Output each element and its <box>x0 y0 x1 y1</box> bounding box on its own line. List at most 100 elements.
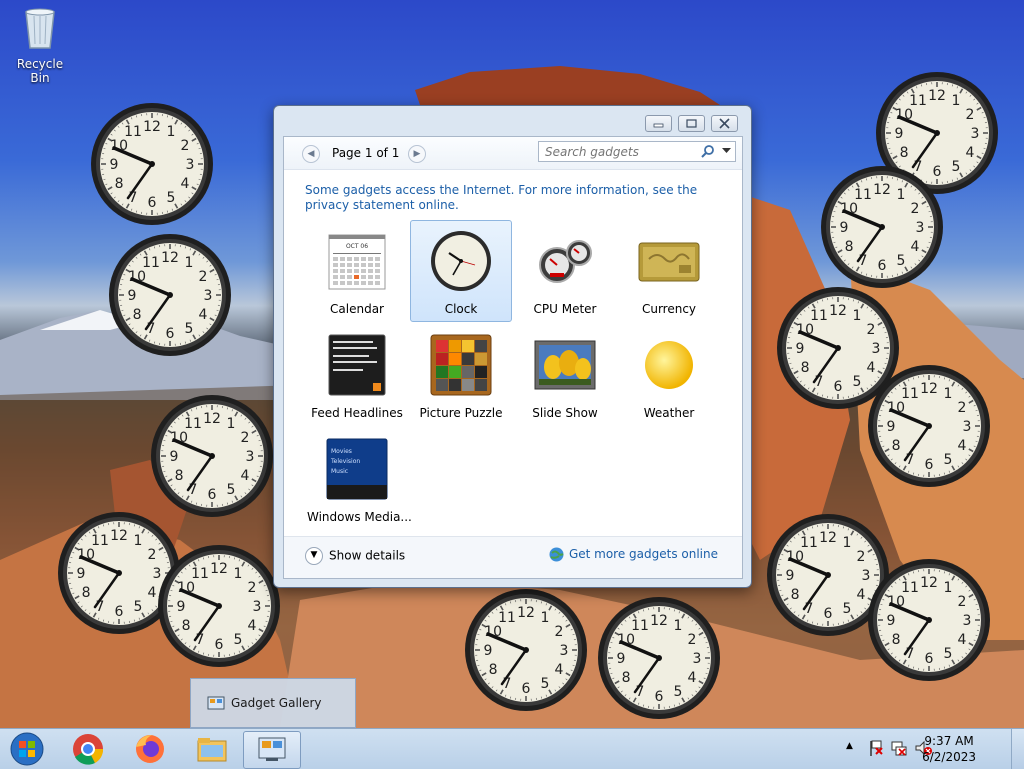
clock-gadget[interactable]: 123456789101112 <box>867 364 991 488</box>
action-center-icon[interactable] <box>868 739 884 757</box>
gadget-label: Slide Show <box>515 406 615 420</box>
svg-text:3: 3 <box>560 643 569 659</box>
svg-text:8: 8 <box>900 145 909 161</box>
network-icon[interactable] <box>890 739 908 757</box>
svg-text:9: 9 <box>484 643 493 659</box>
svg-text:11: 11 <box>631 618 649 634</box>
taskbar-thumbnail-preview[interactable]: Gadget Gallery <box>190 678 356 728</box>
gadget-label: Clock <box>411 302 511 316</box>
privacy-info-text[interactable]: Some gadgets access the Internet. For mo… <box>305 183 725 213</box>
close-button[interactable] <box>711 115 738 132</box>
gadget-label: Picture Puzzle <box>411 406 511 420</box>
start-button[interactable] <box>2 731 52 767</box>
svg-text:3: 3 <box>186 157 195 173</box>
gallery-toolbar: ◀ Page 1 of 1 ▶ <box>284 137 742 170</box>
gadget-weather[interactable]: Weather <box>618 324 720 426</box>
svg-text:3: 3 <box>963 419 972 435</box>
analog-clock-icon: 123456789101112 <box>464 588 588 712</box>
svg-text:5: 5 <box>541 676 550 692</box>
gadget-currency[interactable]: Currency <box>618 220 720 322</box>
svg-text:5: 5 <box>185 321 194 337</box>
clock-gadget[interactable]: 123456789101112 <box>150 394 274 518</box>
svg-text:1: 1 <box>897 187 906 203</box>
gadget-clock[interactable]: Clock <box>410 220 512 322</box>
gadget-gallery-window[interactable]: ◀ Page 1 of 1 ▶ Some gadgets access the … <box>273 105 752 588</box>
svg-text:6: 6 <box>824 606 833 622</box>
svg-text:2: 2 <box>957 400 966 416</box>
gadget-gallery-icon <box>207 695 225 711</box>
svg-text:9: 9 <box>895 126 904 142</box>
search-dropdown-icon[interactable] <box>722 148 731 154</box>
restore-button[interactable] <box>678 115 705 132</box>
search-input[interactable] <box>543 143 697 161</box>
show-details-button[interactable]: ▼Show details <box>305 547 405 565</box>
taskbar: ▲ 9:37 AM 6/2/2023 <box>0 728 1024 769</box>
clock-gadget[interactable]: 123456789101112 <box>464 588 588 712</box>
page-indicator: Page 1 of 1 <box>332 146 399 160</box>
svg-text:8: 8 <box>133 307 142 323</box>
clock-gadget[interactable]: 123456789101112 <box>867 558 991 682</box>
gadget-label: Feed Headlines <box>307 406 407 420</box>
currency-icon <box>637 229 701 293</box>
svg-text:11: 11 <box>498 610 516 626</box>
svg-text:2: 2 <box>866 322 875 338</box>
gadget-calendar[interactable]: OCT 06 Calendar <box>306 220 408 322</box>
gadget-slide-show[interactable]: Slide Show <box>514 324 616 426</box>
chrome-taskbar-button[interactable] <box>62 731 114 767</box>
clock-gadget[interactable]: 123456789101112 <box>157 544 281 668</box>
svg-text:3: 3 <box>916 220 925 236</box>
file-explorer-taskbar-button[interactable] <box>186 731 238 767</box>
recycle-bin[interactable]: Recycle Bin <box>6 6 74 85</box>
svg-text:6: 6 <box>115 604 124 620</box>
svg-text:6: 6 <box>834 379 843 395</box>
gallery-content: ◀ Page 1 of 1 ▶ Some gadgets access the … <box>283 136 743 579</box>
svg-text:12: 12 <box>829 303 847 319</box>
search-icon[interactable] <box>701 144 715 158</box>
svg-text:8: 8 <box>489 662 498 678</box>
clock-gadget[interactable]: 123456789101112 <box>108 233 232 357</box>
firefox-icon <box>124 731 176 767</box>
close-icon <box>712 116 737 131</box>
svg-text:9: 9 <box>617 651 626 667</box>
next-page-button[interactable]: ▶ <box>408 145 426 163</box>
clock-gadget[interactable]: 123456789101112 <box>820 165 944 289</box>
svg-text:12: 12 <box>517 605 535 621</box>
windows-logo-icon <box>2 731 52 767</box>
svg-text:1: 1 <box>167 124 176 140</box>
gadget-windows-media[interactable]: Movies Television Music Windows Media... <box>306 428 408 530</box>
clock-gadget[interactable]: 123456789101112 <box>90 102 214 226</box>
get-more-gadgets-link[interactable]: Get more gadgets online <box>549 547 718 562</box>
clock-icon <box>429 229 493 293</box>
svg-text:9: 9 <box>128 288 137 304</box>
gadget-gallery-taskbar-button[interactable] <box>243 731 301 769</box>
taskbar-clock[interactable]: 9:37 AM 6/2/2023 <box>922 733 976 765</box>
svg-text:1: 1 <box>853 308 862 324</box>
minimize-button[interactable] <box>645 115 672 132</box>
svg-text:11: 11 <box>909 93 927 109</box>
clock-gadget[interactable]: 123456789101112 <box>597 596 721 720</box>
gadget-label: Windows Media... <box>307 510 407 524</box>
svg-text:12: 12 <box>110 528 128 544</box>
svg-text:6: 6 <box>655 689 664 705</box>
media-menu-item: Television <box>330 458 360 465</box>
show-desktop-button[interactable] <box>1011 729 1024 769</box>
previous-page-button[interactable]: ◀ <box>302 145 320 163</box>
gadget-label: Weather <box>619 406 719 420</box>
gadget-cpu-meter[interactable]: CPU Meter <box>514 220 616 322</box>
svg-text:4: 4 <box>554 662 563 678</box>
chevron-left-icon: ◀ <box>308 149 315 159</box>
svg-text:1: 1 <box>134 533 143 549</box>
svg-text:12: 12 <box>928 88 946 104</box>
svg-text:12: 12 <box>873 182 891 198</box>
gadget-picture-puzzle[interactable]: Picture Puzzle <box>410 324 512 426</box>
show-hidden-icons-button[interactable]: ▲ <box>846 741 853 751</box>
svg-text:4: 4 <box>856 587 865 603</box>
svg-text:4: 4 <box>147 585 156 601</box>
analog-clock-icon: 123456789101112 <box>597 596 721 720</box>
svg-text:6: 6 <box>215 637 224 653</box>
svg-text:9: 9 <box>170 449 179 465</box>
svg-text:8: 8 <box>845 239 854 255</box>
svg-text:5: 5 <box>843 601 852 617</box>
firefox-taskbar-button[interactable] <box>124 731 176 767</box>
gadget-feed-headlines[interactable]: Feed Headlines <box>306 324 408 426</box>
